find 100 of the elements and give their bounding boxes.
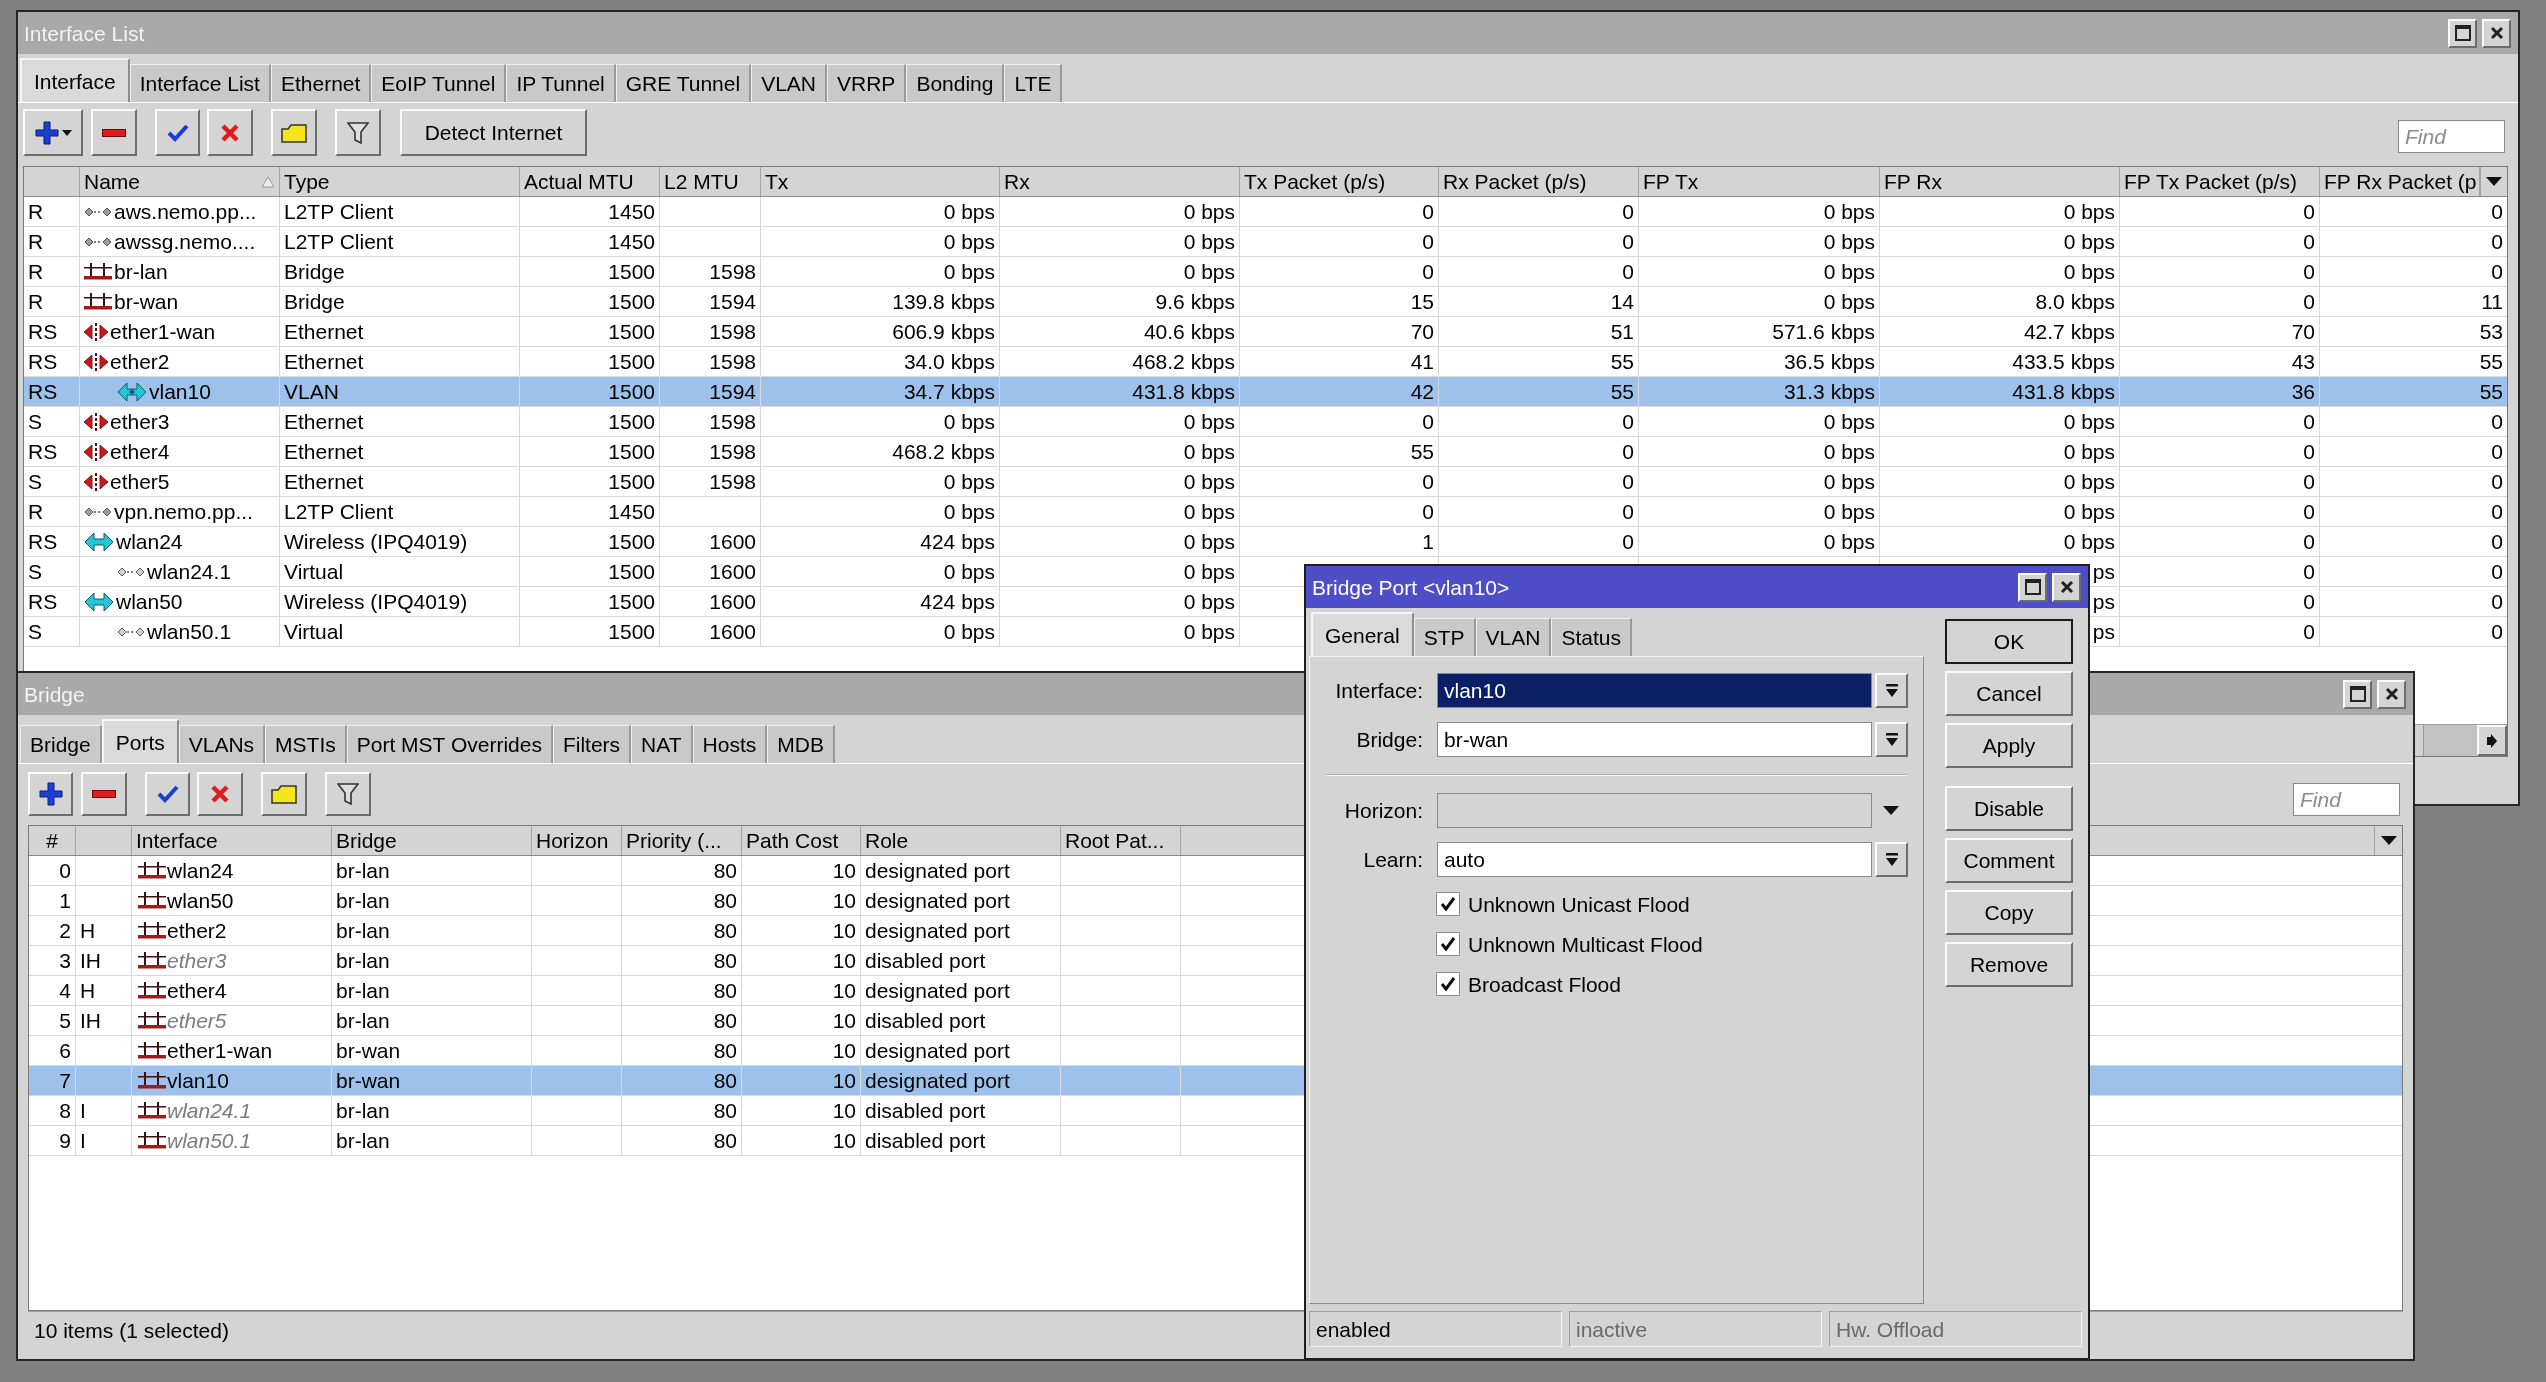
close-button[interactable] (2377, 679, 2406, 709)
column-header[interactable]: Rx (1000, 167, 1240, 196)
checkbox-label[interactable]: Broadcast Flood (1468, 973, 1621, 995)
dropdown-button[interactable] (1875, 722, 1908, 757)
checkbox-label[interactable]: Unknown Unicast Flood (1468, 893, 1690, 915)
table-cell: 36 (2291, 381, 2315, 402)
column-header[interactable]: Name (80, 167, 280, 196)
column-header[interactable]: L2 MTU (660, 167, 761, 196)
dialog-button[interactable]: Copy (1945, 890, 2073, 935)
enable-button[interactable] (145, 772, 190, 816)
tab[interactable]: VRRP (827, 64, 907, 102)
table-row[interactable]: RS wlan24 Wireless (IPQ4019) 1500 1600 424 bps 0 bps 1 0 0 bps 0 bps 0 0 (24, 527, 2507, 557)
column-header[interactable]: FP Rx (1880, 167, 2120, 196)
input-field[interactable]: br-wan (1437, 722, 1872, 757)
dropdown-button[interactable] (1875, 842, 1908, 877)
column-header[interactable]: FP Tx Packet (p/s) (2120, 167, 2320, 196)
table-row[interactable]: R vpn.nemo.pp... L2TP Client 1450 0 bps 0 bps 0 0 0 bps 0 bps 0 0 (24, 497, 2507, 527)
tab[interactable]: Hosts (692, 725, 768, 763)
enable-button[interactable] (155, 109, 200, 156)
column-header[interactable]: Tx (761, 167, 1000, 196)
tab[interactable]: Status (1551, 618, 1632, 656)
input-field[interactable]: vlan10 (1437, 673, 1872, 708)
column-header[interactable]: # (29, 826, 76, 855)
column-header[interactable]: Horizon (532, 826, 622, 855)
disable-button[interactable] (207, 109, 253, 156)
dialog-button[interactable]: Apply (1945, 723, 2073, 768)
column-header[interactable]: Bridge (332, 826, 532, 855)
tab[interactable]: Bonding (906, 64, 1005, 102)
column-header[interactable]: Root Pat... (1061, 826, 1181, 855)
table-row[interactable]: S ether5 Ethernet 1500 1598 0 bps 0 bps 0 0 0 bps 0 bps 0 0 (24, 467, 2507, 497)
comment-button[interactable] (271, 109, 317, 156)
add-button[interactable] (23, 109, 83, 156)
filter-button[interactable] (335, 109, 381, 156)
tab[interactable]: VLAN (751, 64, 827, 102)
column-header[interactable]: Actual MTU (520, 167, 660, 196)
detect-internet-button[interactable]: Detect Internet (400, 109, 587, 156)
table-row[interactable]: R br-wan Bridge 1500 1594 139.8 kbps 9.6 kbps 15 14 0 bps 8.0 kbps 0 11 (24, 287, 2507, 317)
table-cell: 6 (59, 1040, 71, 1061)
maximize-button[interactable] (2018, 572, 2047, 602)
find-field[interactable]: Find (2293, 783, 2400, 816)
table-row[interactable]: S ether3 Ethernet 1500 1598 0 bps 0 bps 0 0 0 bps 0 bps 0 0 (24, 407, 2507, 437)
close-button[interactable] (2482, 18, 2511, 48)
scroll-right-button[interactable] (2477, 725, 2507, 756)
tab[interactable]: MSTIs (265, 725, 347, 763)
column-header[interactable]: Rx Packet (p/s) (1439, 167, 1639, 196)
table-row[interactable]: R awssg.nemo.... L2TP Client 1450 0 bps 0 bps 0 0 0 bps 0 bps 0 0 (24, 227, 2507, 257)
table-row[interactable]: RS ether4 Ethernet 1500 1598 468.2 kbps 0 bps 55 0 0 bps 0 bps 0 0 (24, 437, 2507, 467)
tab[interactable]: General (1311, 612, 1414, 656)
tab[interactable]: EoIP Tunnel (371, 64, 507, 102)
tab[interactable]: STP (1413, 618, 1476, 656)
column-header[interactable]: Type (280, 167, 520, 196)
dialog-button[interactable]: Cancel (1945, 671, 2073, 716)
table-row[interactable]: R br-lan Bridge 1500 1598 0 bps 0 bps 0 0 0 bps 0 bps 0 0 (24, 257, 2507, 287)
table-cell: 0 bps (1183, 261, 1235, 282)
tab[interactable]: Filters (552, 725, 632, 763)
remove-button[interactable] (81, 772, 127, 816)
tab[interactable]: VLAN (1475, 618, 1552, 656)
find-field[interactable]: Find (2398, 120, 2505, 153)
tab[interactable]: Interface List (129, 64, 271, 102)
table-row[interactable]: RS vlan10 VLAN 1500 1594 34.7 kbps 431.8 kbps 42 55 31.3 kbps 431.8 kbps 36 55 (24, 377, 2507, 407)
input-field[interactable] (1437, 793, 1872, 828)
dropdown-button[interactable] (1875, 673, 1908, 708)
tab[interactable]: Ports (101, 719, 179, 763)
tab[interactable]: IP Tunnel (506, 64, 616, 102)
column-header[interactable]: Role (861, 826, 1061, 855)
maximize-button[interactable] (2343, 679, 2372, 709)
tab[interactable]: NAT (631, 725, 693, 763)
checkbox[interactable] (1436, 932, 1460, 956)
column-header[interactable]: FP Tx (1639, 167, 1880, 196)
checkbox[interactable] (1436, 972, 1460, 996)
caret-icon (61, 129, 72, 136)
remove-button[interactable] (91, 109, 137, 156)
table-row[interactable]: R aws.nemo.pp... L2TP Client 1450 0 bps 0 bps 0 0 0 bps 0 bps 0 0 (24, 197, 2507, 227)
tab[interactable]: Interface (20, 58, 130, 102)
close-button[interactable] (2052, 572, 2081, 602)
column-header[interactable]: Priority (... (622, 826, 742, 855)
column-header[interactable]: Tx Packet (p/s) (1240, 167, 1439, 196)
dialog-button[interactable]: Remove (1945, 942, 2073, 987)
dialog-button[interactable]: Comment (1945, 838, 2073, 883)
tab[interactable]: VLANs (178, 725, 266, 763)
input-field[interactable]: auto (1437, 842, 1872, 877)
tab[interactable]: GRE Tunnel (615, 64, 752, 102)
checkbox[interactable] (1436, 892, 1460, 916)
table-row[interactable]: RS ether1-wan Ethernet 1500 1598 606.9 kbps 40.6 kbps 70 51 571.6 kbps 42.7 kbps 70 53 (24, 317, 2507, 347)
dialog-button[interactable]: Disable (1945, 786, 2073, 831)
tab[interactable]: LTE (1004, 64, 1063, 102)
add-button[interactable] (28, 772, 73, 816)
column-header[interactable]: Interface (132, 826, 332, 855)
comment-button[interactable] (261, 772, 307, 816)
filter-button[interactable] (325, 772, 371, 816)
tab[interactable]: Bridge (20, 725, 102, 763)
tab[interactable]: MDB (767, 725, 835, 763)
dialog-button[interactable]: OK (1945, 619, 2073, 664)
disable-button[interactable] (197, 772, 243, 816)
tab[interactable]: Ethernet (270, 64, 372, 102)
table-row[interactable]: RS ether2 Ethernet 1500 1598 34.0 kbps 468.2 kbps 41 55 36.5 kbps 433.5 kbps 43 55 (24, 347, 2507, 377)
tab[interactable]: Port MST Overrides (346, 725, 553, 763)
column-header[interactable]: Path Cost (742, 826, 861, 855)
maximize-button[interactable] (2448, 18, 2477, 48)
table-cell: 468.2 kbps (892, 441, 995, 462)
